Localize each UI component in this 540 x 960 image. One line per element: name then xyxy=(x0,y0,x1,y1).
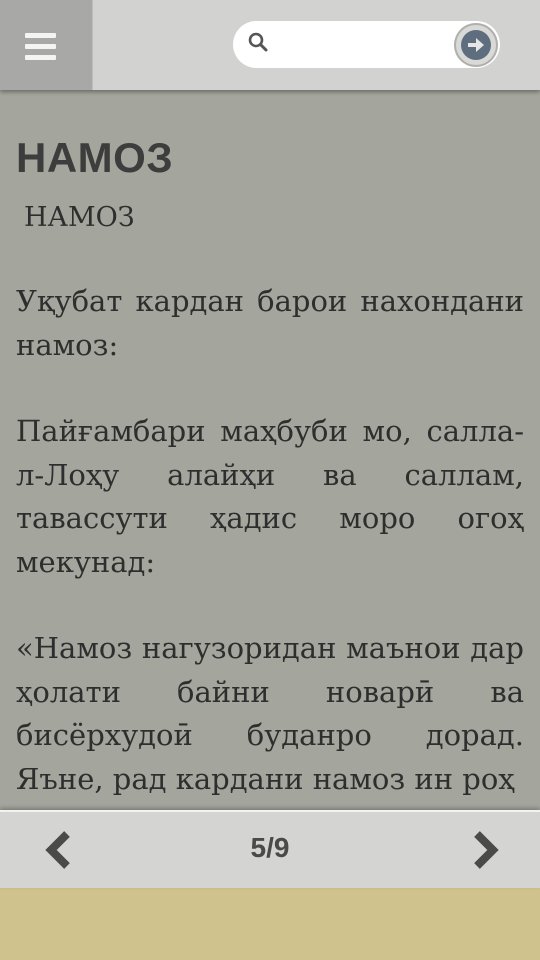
search-go-button[interactable] xyxy=(454,23,498,67)
article-body: Уқубат кардан барои нахондани намоз: Пай… xyxy=(16,280,524,810)
article-content: НАМОЗ НАМОЗ Уқубат кардан барои нахондан… xyxy=(0,90,540,810)
article-paragraph: Уқубат кардан барои нахондани намоз: xyxy=(16,284,524,362)
chevron-right-icon xyxy=(474,831,499,869)
arrow-right-circle-icon xyxy=(461,30,491,60)
search-box xyxy=(233,21,500,68)
next-page-button[interactable] xyxy=(466,828,506,872)
article-title: НАМОЗ xyxy=(16,134,174,181)
article-paragraph: Пайғамбари маҳбуби мо, салла-л-Лоҳу алай… xyxy=(16,414,524,579)
menu-button[interactable] xyxy=(0,0,93,90)
top-toolbar xyxy=(0,0,540,90)
search-icon[interactable] xyxy=(247,31,269,53)
article-subtitle: НАМОЗ xyxy=(24,202,135,233)
article-paragraph: «Намоз нагузоридан маънои дар ҳолати бай… xyxy=(16,631,524,796)
search-input[interactable] xyxy=(277,29,441,61)
pager-bar: 5/9 xyxy=(0,810,540,888)
page-indicator: 5/9 xyxy=(250,832,290,863)
footer-area xyxy=(0,886,540,960)
